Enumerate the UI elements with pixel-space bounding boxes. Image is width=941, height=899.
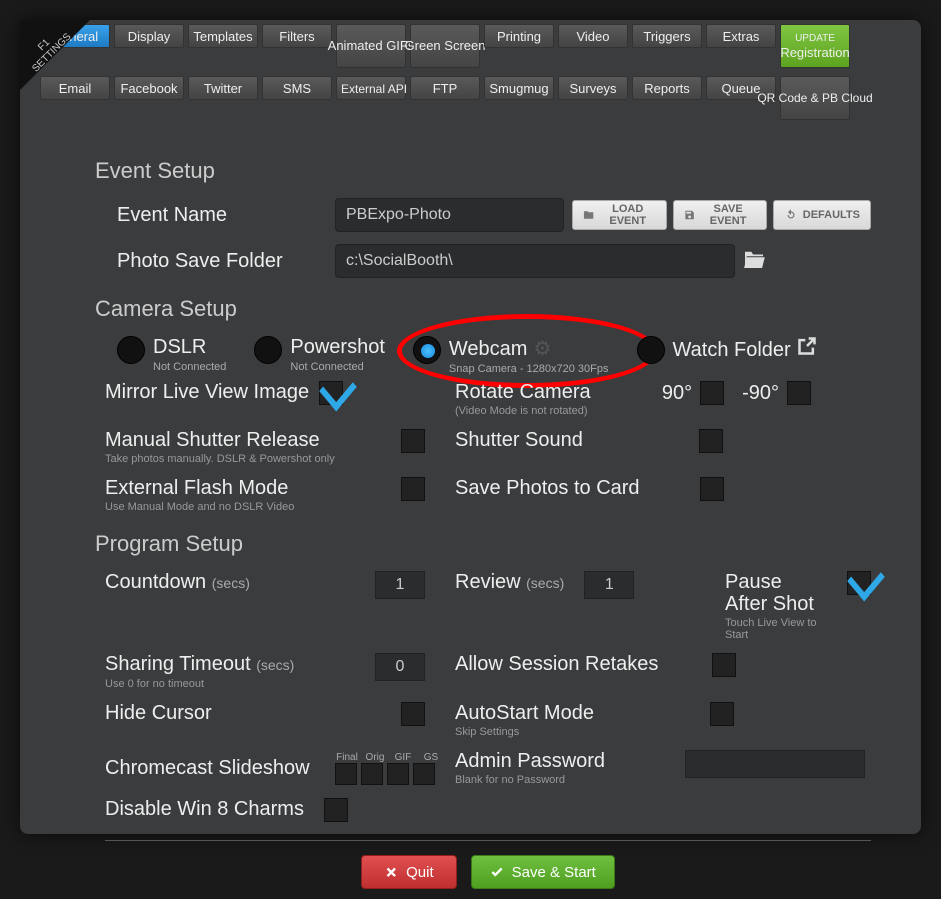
tab-animated-gifs[interactable]: Animated GIFs <box>336 24 406 68</box>
tab-surveys[interactable]: Surveys <box>558 76 628 100</box>
sharing-input[interactable] <box>375 653 425 681</box>
autostart-checkbox[interactable] <box>710 702 734 726</box>
event-name-label: Event Name <box>105 204 335 227</box>
event-name-input[interactable] <box>335 198 564 232</box>
folder-open-icon[interactable] <box>743 250 765 273</box>
retakes-label: Allow Session Retakes <box>455 653 658 675</box>
countdown-input[interactable] <box>375 571 425 599</box>
cc-final-checkbox[interactable] <box>335 763 357 785</box>
rotate-90-checkbox[interactable] <box>700 381 724 405</box>
hide-cursor-label: Hide Cursor <box>105 702 212 724</box>
tab-twitter[interactable]: Twitter <box>188 76 258 100</box>
tab-sms[interactable]: SMS <box>262 76 332 100</box>
tab-display[interactable]: Display <box>114 24 184 48</box>
retakes-checkbox[interactable] <box>712 653 736 677</box>
cc-gs-checkbox[interactable] <box>413 763 435 785</box>
pause-label: Pause After Shot <box>725 571 814 615</box>
external-link-icon[interactable] <box>797 340 817 360</box>
radio-icon <box>117 336 145 364</box>
rotate-label: Rotate Camera <box>455 381 591 403</box>
radio-icon <box>413 336 441 364</box>
save-card-label: Save Photos to Card <box>455 477 640 499</box>
radio-icon <box>254 336 282 364</box>
hide-cursor-checkbox[interactable] <box>401 702 425 726</box>
event-setup-title: Event Setup <box>95 158 871 184</box>
chromecast-label: Chromecast Slideshow <box>105 757 310 779</box>
tab-update-registration[interactable]: UPDATERegistration <box>780 24 850 68</box>
refresh-icon <box>784 208 798 222</box>
countdown-label: Countdown (secs) <box>105 571 250 594</box>
photo-folder-label: Photo Save Folder <box>105 250 335 273</box>
win8-label: Disable Win 8 Charms <box>105 798 304 820</box>
cc-gif-checkbox[interactable] <box>387 763 409 785</box>
review-input[interactable] <box>584 571 634 599</box>
mirror-checkbox[interactable] <box>319 381 343 405</box>
tab-triggers[interactable]: Triggers <box>632 24 702 48</box>
program-setup-title: Program Setup <box>95 531 871 557</box>
admin-pw-input[interactable] <box>685 750 865 778</box>
mirror-label: Mirror Live View Image <box>105 381 309 403</box>
tab-smugmug[interactable]: Smugmug <box>484 76 554 100</box>
rotate-minus90-checkbox[interactable] <box>787 381 811 405</box>
quit-button[interactable]: Quit <box>361 855 457 889</box>
separator <box>105 840 871 841</box>
sharing-label: Sharing Timeout (secs) <box>105 653 294 675</box>
tab-qr-pbcloud[interactable]: QR Code & PB Cloud <box>780 76 850 120</box>
save-start-button[interactable]: Save & Start <box>471 855 615 889</box>
tab-templates[interactable]: Templates <box>188 24 258 48</box>
autostart-label: AutoStart Mode <box>455 702 594 724</box>
radio-icon <box>637 336 665 364</box>
tab-ftp[interactable]: FTP <box>410 76 480 100</box>
folder-icon <box>583 208 594 222</box>
flash-label: External Flash Mode <box>105 477 288 499</box>
tab-video[interactable]: Video <box>558 24 628 48</box>
tab-filters[interactable]: Filters <box>262 24 332 48</box>
manual-shutter-checkbox[interactable] <box>401 429 425 453</box>
tab-external-api[interactable]: External API <box>336 76 406 100</box>
photo-folder-input[interactable] <box>335 244 735 278</box>
close-icon <box>384 865 398 879</box>
review-label: Review (secs) <box>455 571 564 594</box>
camera-powershot-option[interactable]: PowershotNot Connected <box>254 336 385 375</box>
gear-icon[interactable]: ⚙ <box>533 338 551 360</box>
camera-watch-folder-option[interactable]: Watch Folder <box>637 336 817 375</box>
camera-dslr-option[interactable]: DSLRNot Connected <box>117 336 226 375</box>
save-event-button[interactable]: SAVE EVENT <box>673 200 767 230</box>
tab-green-screen[interactable]: Green Screen <box>410 24 480 68</box>
admin-pw-label: Admin Password <box>455 750 605 772</box>
cc-orig-checkbox[interactable] <box>361 763 383 785</box>
shutter-sound-label: Shutter Sound <box>455 429 583 451</box>
tab-bar: General Display Templates Filters Animat… <box>20 20 921 120</box>
tab-reports[interactable]: Reports <box>632 76 702 100</box>
save-icon <box>684 208 695 222</box>
shutter-sound-checkbox[interactable] <box>699 429 723 453</box>
defaults-button[interactable]: DEFAULTS <box>773 200 871 230</box>
pause-checkbox[interactable] <box>847 571 871 595</box>
tab-facebook[interactable]: Facebook <box>114 76 184 100</box>
flash-checkbox[interactable] <box>401 477 425 501</box>
tab-extras[interactable]: Extras <box>706 24 776 48</box>
manual-shutter-label: Manual Shutter Release <box>105 429 320 451</box>
tab-printing[interactable]: Printing <box>484 24 554 48</box>
win8-checkbox[interactable] <box>324 798 348 822</box>
check-icon <box>490 865 504 879</box>
camera-webcam-option[interactable]: Webcam⚙Snap Camera - 1280x720 30Fps <box>413 336 609 375</box>
load-event-button[interactable]: LOAD EVENT <box>572 200 667 230</box>
save-card-checkbox[interactable] <box>700 477 724 501</box>
camera-setup-title: Camera Setup <box>95 296 871 322</box>
